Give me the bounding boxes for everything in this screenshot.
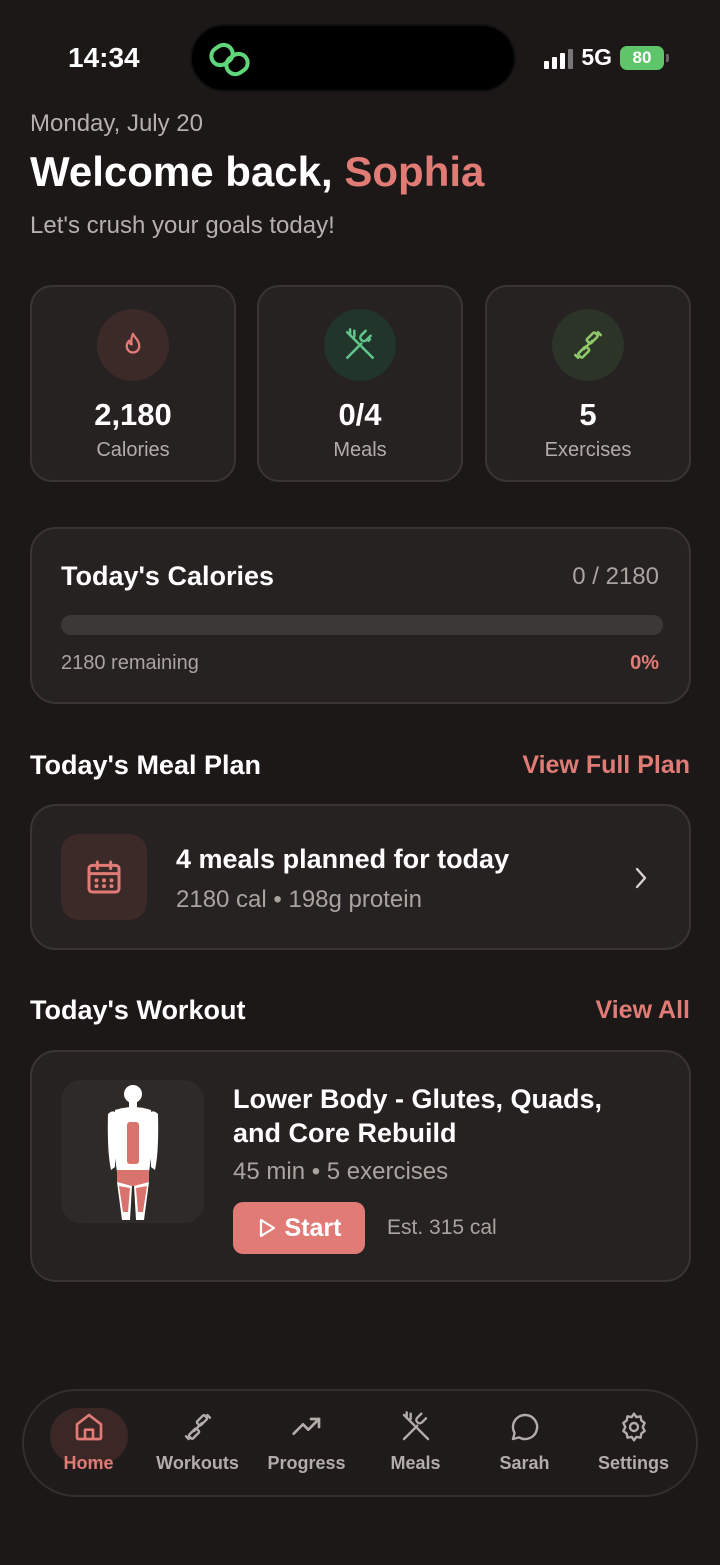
start-label: Start xyxy=(284,1213,342,1242)
tab-label: Progress xyxy=(267,1453,346,1473)
workout-heading: Today's Workout xyxy=(30,995,246,1025)
tab-settings[interactable]: Settings xyxy=(579,1391,688,1495)
calories-percent: 0% xyxy=(630,652,659,674)
trending-up-icon xyxy=(291,1417,320,1435)
chevron-right-icon xyxy=(635,867,647,889)
network-type: 5G xyxy=(581,44,612,70)
stat-card-meals[interactable]: 0/4 Meals xyxy=(257,285,463,482)
tab-label: Sarah xyxy=(499,1453,550,1473)
calories-count: 0 / 2180 xyxy=(572,563,659,590)
view-all-link[interactable]: View All xyxy=(596,996,690,1025)
tab-progress[interactable]: Progress xyxy=(252,1391,361,1495)
gear-icon xyxy=(621,1412,646,1442)
bottom-tab-bar: Home Workouts Progress Meals Sarah Setti… xyxy=(22,1389,698,1497)
body-muscle-icon xyxy=(61,1080,204,1223)
tab-workouts[interactable]: Workouts xyxy=(143,1391,252,1495)
calories-remaining: 2180 remaining xyxy=(61,652,199,674)
stat-value: 0/4 xyxy=(338,397,382,432)
stat-value: 2,180 xyxy=(94,397,172,432)
stat-label: Meals xyxy=(333,439,387,461)
view-full-plan-link[interactable]: View Full Plan xyxy=(522,751,690,780)
battery-level: 80 xyxy=(632,47,652,67)
stat-label: Calories xyxy=(96,439,170,461)
battery-icon: 80 xyxy=(620,45,669,70)
meal-plan-heading: Today's Meal Plan xyxy=(30,750,261,780)
welcome-prefix: Welcome back, xyxy=(30,148,345,195)
flame-icon xyxy=(97,309,169,381)
utensils-crossed-icon xyxy=(324,309,396,381)
play-icon xyxy=(259,1218,275,1238)
utensils-crossed-icon xyxy=(402,1411,429,1441)
workout-estimate: Est. 315 cal xyxy=(387,1216,497,1239)
stat-card-exercises[interactable]: 5 Exercises xyxy=(485,285,691,482)
tab-label: Workouts xyxy=(156,1453,239,1473)
start-workout-button[interactable]: Start xyxy=(233,1202,365,1254)
status-time: 14:34 xyxy=(68,42,140,73)
calories-title: Today's Calories xyxy=(61,561,274,591)
tab-label: Home xyxy=(63,1453,114,1473)
home-icon xyxy=(75,1413,102,1441)
stat-label: Exercises xyxy=(544,439,632,461)
tab-label: Settings xyxy=(597,1453,669,1473)
status-indicators: 5G 80 xyxy=(544,44,669,71)
dynamic-island xyxy=(190,24,516,92)
signal-icon xyxy=(544,47,574,69)
stat-value: 5 xyxy=(579,397,597,432)
page-title: Welcome back, Sophia xyxy=(30,148,484,196)
workout-card[interactable]: Lower Body - Glutes, Quads, and Core Reb… xyxy=(30,1050,691,1282)
chat-bubble-icon xyxy=(511,1413,538,1441)
tab-home[interactable]: Home xyxy=(34,1391,143,1495)
meal-plan-subtitle: 2180 cal • 198g protein xyxy=(176,886,422,913)
dumbbell-icon xyxy=(184,1413,211,1441)
calendar-icon xyxy=(61,834,147,920)
calories-progress-bar xyxy=(61,615,663,635)
stat-card-calories[interactable]: 2,180 Calories xyxy=(30,285,236,482)
workout-subtitle: 45 min • 5 exercises xyxy=(233,1158,449,1185)
tab-label: Meals xyxy=(390,1453,441,1473)
tab-sarah[interactable]: Sarah xyxy=(470,1391,579,1495)
current-date: Monday, July 20 xyxy=(30,110,203,137)
dumbbell-icon xyxy=(552,309,624,381)
link-activity-icon xyxy=(209,42,250,77)
meal-plan-card[interactable]: 4 meals planned for today 2180 cal • 198… xyxy=(30,804,691,950)
page-subtitle: Let's crush your goals today! xyxy=(30,212,335,239)
workout-title: Lower Body - Glutes, Quads, and Core Reb… xyxy=(233,1084,603,1148)
meal-plan-title: 4 meals planned for today xyxy=(176,844,510,874)
user-name: Sophia xyxy=(344,148,485,195)
tab-meals[interactable]: Meals xyxy=(361,1391,470,1495)
calories-card: Today's Calories 0 / 2180 2180 remaining… xyxy=(30,527,691,704)
